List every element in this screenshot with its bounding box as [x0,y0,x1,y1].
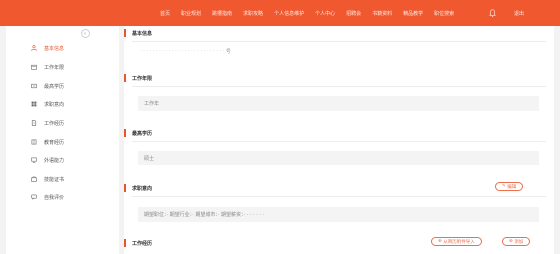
sidebar-item-label: 自我评价 [44,194,65,201]
import-label: 从简历附件导入 [443,239,475,245]
section-title-basic-info: 基本信息 [123,28,152,38]
sidebar-item-work-history[interactable]: 工作经历 [31,118,65,128]
add-work-history-button[interactable]: ⊕ 添加 [502,237,531,246]
nav-item-home[interactable]: 首页 [160,10,170,17]
basic-info-value: · · · · · · · · · · · · · · · · · · · · … [140,46,231,56]
user-icon [31,45,37,51]
education-value: 硕士 [144,155,155,162]
sidebar-item-basic-info[interactable]: 基本信息 [31,43,65,53]
collapse-button[interactable]: ‹ [81,29,90,38]
sidebar-item-label: 教育经历 [44,139,65,146]
sidebar-item-label: 求职意向 [44,101,65,108]
sidebar-item-label: 外语能力 [44,157,65,164]
sidebar-item-education-history[interactable]: 教育经历 [31,137,65,147]
monitor-icon [31,157,37,163]
nav-item-career-planning[interactable]: 职业规划 [181,10,201,17]
nav-item-personal-center[interactable]: 个人中心 [315,10,335,17]
sidebar-item-label: 基本信息 [44,45,65,52]
edit-label: 编辑 [507,184,517,190]
section-title-work-years: 工作年限 [123,73,152,83]
chevron-left-icon: ‹ [84,31,86,37]
section-title-work-history: 工作经历 [123,238,152,248]
bell-icon[interactable] [489,9,496,17]
nav-item-profile[interactable]: 个人信息维护 [274,10,304,17]
logout-link[interactable]: 退出 [514,10,524,17]
nav-item-job-hopping[interactable]: 跳槽指南 [212,10,232,17]
calendar-icon [31,64,37,70]
resume-content: 基本信息 · · · · · · · · · · · · · · · · · ·… [123,26,554,254]
section-title-intention: 求职意向 [123,183,152,193]
sidebar-item-self-evaluation[interactable]: 自我评价 [31,192,65,202]
sidebar-item-certificates[interactable]: 技能证书 [31,174,65,184]
grid-icon [31,101,37,107]
main-nav: 首页 职业规划 跳槽指南 求职攻略 个人信息维护 个人中心 招聘会 书籍资料 精… [160,0,465,26]
certificate-icon [31,176,37,182]
edit-intention-button[interactable]: ✎ 编辑 [495,182,524,191]
sidebar-item-label: 技能证书 [44,176,65,183]
section-title-education: 最高学历 [123,128,152,138]
sidebar-item-label: 最高学历 [44,83,65,90]
section-divider [132,196,546,197]
sidebar-item-work-years[interactable]: 工作年限 [31,62,65,72]
nav-item-job-tips[interactable]: 求职攻略 [243,10,263,17]
sidebar-item-intention[interactable]: 求职意向 [31,99,65,109]
sidebar-item-label: 工作经历 [44,120,65,127]
redacted-text: · · · · · · · · · · · · · · · · · · · · … [140,48,226,54]
education-box: 硕士 [138,151,539,165]
education-icon [31,83,37,89]
document-icon [31,120,37,126]
sidebar-item-label: 工作年限 [44,64,65,71]
sidebar: ‹ 基本信息 工作年限 最高学历 求职意向 工作经历 教育经历 外语能力 技能证… [6,26,119,254]
work-years-box: 工作年 [138,96,539,111]
sidebar-item-language[interactable]: 外语能力 [31,155,65,165]
intention-text: 期望职位：· 期望行业：· 期望城市：· 期望薪资：· · · · · · · [144,212,265,218]
sidebar-item-education[interactable]: 最高学历 [31,81,65,91]
section-divider [132,86,546,87]
intention-box: 期望职位：· 期望行业：· 期望城市：· 期望薪资：· · · · · · · [138,207,539,222]
comment-icon [31,194,37,200]
nav-item-job-search[interactable]: 职位搜索 [434,10,454,17]
section-divider [132,141,546,142]
top-nav-bar: 首页 职业规划 跳槽指南 求职攻略 个人信息维护 个人中心 招聘会 书籍资料 精… [0,0,560,26]
import-from-attachment-button[interactable]: ⊕ 从简历附件导入 [431,237,482,246]
work-years-label: 工作年 [144,101,160,107]
add-label: 添加 [514,239,524,245]
section-divider [132,41,546,42]
book-icon [31,139,37,145]
basic-info-text: 号 [225,48,231,55]
nav-item-courses[interactable]: 精品教学 [403,10,423,17]
nav-item-job-fair[interactable]: 招聘会 [346,10,361,17]
nav-item-books[interactable]: 书籍资料 [372,10,392,17]
